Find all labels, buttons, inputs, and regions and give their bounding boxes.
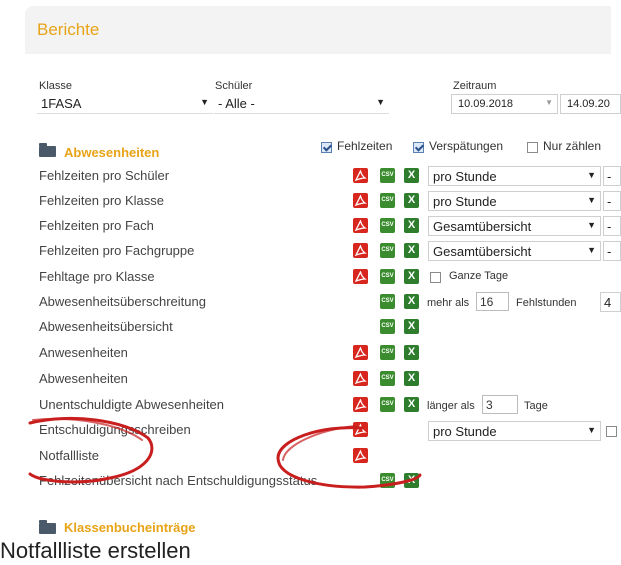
csv-icon[interactable]: CSV [380,218,395,233]
section-title-klassenbuch: Klassenbucheinträge [64,520,196,535]
csv-icon[interactable]: CSV [380,193,395,208]
verspaetungen-checkbox-label: Verspätungen [429,139,504,153]
chevron-down-icon: ▼ [587,170,596,180]
pdf-icon[interactable] [353,448,368,463]
report-label: Abwesenheitsüberschreitung [39,294,206,309]
zeitraum-label: Zeitraum [453,80,497,92]
pdf-icon[interactable] [353,218,368,233]
chevron-down-icon: ▼ [587,245,596,255]
folder-icon [39,520,56,534]
extra-select[interactable]: - [603,191,621,211]
csv-icon[interactable]: CSV [380,294,395,309]
klasse-select[interactable]: 1FASA ▼ [37,94,213,114]
ganze-tage-label: Ganze Tage [449,270,509,282]
report-label: Fehltage pro Klasse [39,269,155,284]
excel-icon[interactable]: X [404,193,419,208]
pdf-icon[interactable] [353,168,368,183]
excel-icon[interactable]: X [404,371,419,386]
csv-icon[interactable]: CSV [380,269,395,284]
caption-text: Notfallliste erstellen [0,538,191,563]
csv-icon[interactable]: CSV [380,168,395,183]
tage-input[interactable]: 3 [482,395,518,414]
excel-icon[interactable]: X [404,473,419,488]
report-label: Fehlzeiten pro Klasse [39,193,165,208]
excel-icon[interactable]: X [404,319,419,334]
fehlstunden-label: Fehlstunden [516,297,577,309]
pdf-icon[interactable] [353,422,368,437]
report-label: Fehlzeiten pro Fach [39,218,154,233]
calendar-dropdown-icon[interactable]: ▼ [545,98,553,107]
ganze-tage-checkbox[interactable] [430,272,441,283]
nur-zaehlen-checkbox[interactable] [527,142,538,153]
excel-icon[interactable]: X [404,168,419,183]
verspaetungen-checkbox[interactable] [413,142,424,153]
klasse-value: 1FASA [41,96,82,111]
csv-icon[interactable]: CSV [380,371,395,386]
fehlzeiten-checkbox-label: Fehlzeiten [337,139,393,153]
pdf-icon[interactable] [353,243,368,258]
csv-icon[interactable]: CSV [380,345,395,360]
pdf-icon[interactable] [353,193,368,208]
report-label: Notfallliste [39,448,99,463]
report-label: Fehlzeiten pro Schüler [39,168,170,183]
reports-header: Berichte [25,6,611,54]
schueler-select[interactable]: - Alle - ▼ [214,94,389,114]
report-label: Unentschuldigte Abwesenheiten [39,397,225,412]
nur-zaehlen-checkbox-label: Nur zählen [543,139,602,153]
option-checkbox[interactable] [606,426,617,437]
csv-icon[interactable]: CSV [380,243,395,258]
pdf-icon[interactable] [353,397,368,412]
interval-select[interactable]: pro Stunde ▼ [428,191,601,211]
csv-icon[interactable]: CSV [380,319,395,334]
report-label: Anwesenheiten [39,345,128,360]
pdf-icon[interactable] [353,371,368,386]
date-to-input[interactable]: 14.09.20 [560,94,621,114]
pdf-icon[interactable] [353,269,368,284]
klasse-label: Klasse [39,80,73,92]
chevron-down-icon: ▼ [587,220,596,230]
chevron-down-icon: ▼ [200,97,209,107]
interval-select[interactable]: Gesamtübersicht ▼ [428,216,601,236]
tage-label: Tage [524,400,548,412]
section-title-abwesenheiten: Abwesenheiten [64,145,160,160]
fehlzeiten-checkbox[interactable] [321,142,332,153]
chevron-down-icon: ▼ [587,425,596,435]
date-from-input[interactable]: 10.09.2018 ▼ [451,94,558,114]
excel-icon[interactable]: X [404,243,419,258]
excel-icon[interactable]: X [404,269,419,284]
interval-select[interactable]: Gesamtübersicht ▼ [428,241,601,261]
excel-icon[interactable]: X [404,397,419,412]
mehr-als-label: mehr als [427,297,470,309]
excel-icon[interactable]: X [404,218,419,233]
schueler-value: - Alle - [218,96,255,111]
pdf-icon[interactable] [353,345,368,360]
report-label: Fehlzeitenübersicht nach Entschuldigungs… [39,473,318,488]
csv-icon[interactable]: CSV [380,397,395,412]
chevron-down-icon: ▼ [587,195,596,205]
folder-icon [39,143,56,157]
report-label: Entschuldigungsschreiben [39,422,191,437]
extra-select[interactable]: - [603,216,621,236]
extra-select[interactable]: - [603,166,621,186]
laenger-als-label: länger als [427,400,475,412]
report-label: Fehlzeiten pro Fachgruppe [39,243,195,258]
csv-icon[interactable]: CSV [380,473,395,488]
schueler-label: Schüler [215,80,253,92]
report-label: Abwesenheiten [39,371,128,386]
chevron-down-icon: ▼ [376,97,385,107]
interval-select[interactable]: pro Stunde ▼ [428,421,601,441]
fehlstunden-input[interactable]: 16 [476,292,509,311]
excel-icon[interactable]: X [404,294,419,309]
extra-select[interactable]: 4 [600,292,621,312]
report-label: Abwesenheitsübersicht [39,319,173,334]
page-title: Berichte [37,20,100,39]
excel-icon[interactable]: X [404,345,419,360]
extra-select[interactable]: - [603,241,621,261]
interval-select[interactable]: pro Stunde ▼ [428,166,601,186]
